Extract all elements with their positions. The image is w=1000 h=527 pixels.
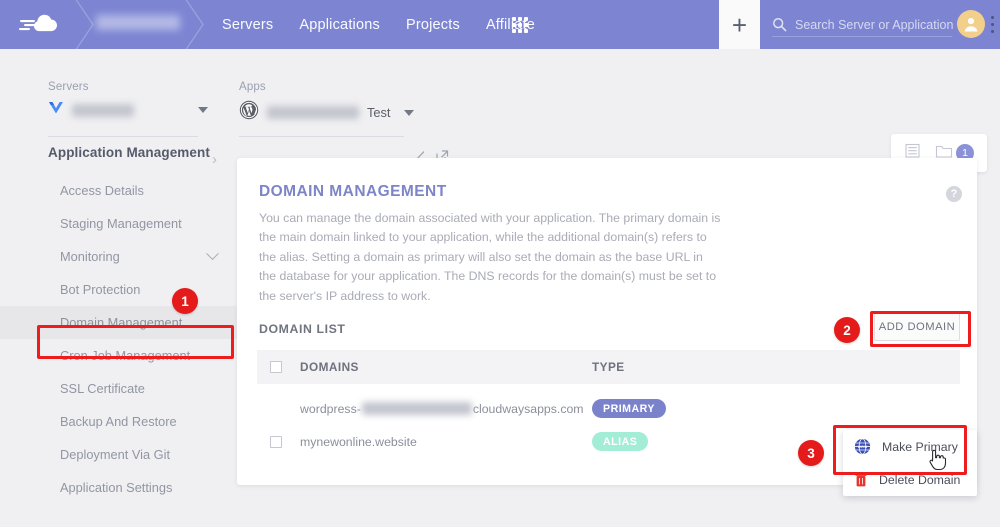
nav-link-projects[interactable]: Projects — [406, 17, 460, 33]
breadcrumb-bar: Servers › Apps Test 1 — [0, 49, 1000, 172]
chevron-down-icon[interactable] — [198, 107, 208, 113]
breadcrumb-underline — [48, 136, 198, 137]
domain-middle-blurred — [361, 402, 472, 415]
sidebar-item-cron-job-management[interactable]: Cron Job Management — [0, 339, 237, 372]
vultr-server-icon — [48, 100, 64, 120]
domain-name-cell: wordpress- cloudwaysapps.com — [300, 402, 592, 416]
user-avatar[interactable] — [957, 10, 985, 38]
search-input[interactable]: Search Server or Application — [772, 13, 954, 37]
panel-description: You can manage the domain associated wit… — [259, 211, 721, 303]
annotation-number-2: 2 — [834, 317, 860, 343]
column-header-type: TYPE — [592, 360, 625, 374]
breadcrumb-app-name-blurred — [267, 106, 359, 119]
breadcrumb-app-suffix: Test — [367, 105, 391, 120]
grid-apps-icon[interactable] — [512, 17, 528, 33]
sidebar-item-label: Backup And Restore — [60, 414, 177, 429]
nav-link-servers[interactable]: Servers — [222, 17, 273, 33]
breadcrumb-chevron-2 — [183, 0, 207, 49]
dot — [990, 30, 994, 33]
add-new-button[interactable]: + — [719, 0, 760, 49]
sidebar-title: Application Management — [48, 145, 210, 160]
dot — [990, 23, 994, 26]
domain-name-cell: mynewonline.website — [300, 434, 417, 449]
sidebar-item-label: Application Settings — [60, 480, 173, 495]
sidebar-item-label: Staging Management — [60, 216, 182, 231]
www-globe-icon: www — [854, 438, 871, 455]
breadcrumb-server-name-blurred — [72, 103, 134, 117]
domain-prefix: wordpress- — [300, 401, 361, 416]
delete-domain-menu-item[interactable]: Delete Domain — [843, 463, 977, 496]
user-avatar-icon — [964, 18, 978, 32]
sidebar-item-label: SSL Certificate — [60, 381, 145, 396]
domain-suffix: cloudwaysapps.com — [472, 401, 584, 416]
plus-icon: + — [731, 9, 748, 40]
domain-list-label: DOMAIN LIST — [259, 322, 346, 336]
cloud-logo-icon — [18, 12, 72, 38]
domain-context-menu: www Make Primary Delete Domain — [843, 430, 977, 496]
sidebar-item-deployment-via-git[interactable]: Deployment Via Git — [0, 438, 237, 471]
sidebar-item-label: Cron Job Management — [60, 348, 191, 363]
dot — [990, 16, 994, 19]
help-question-icon[interactable]: ? — [946, 186, 962, 202]
status-badge: ALIAS — [592, 432, 649, 451]
status-badge: PRIMARY — [592, 399, 666, 418]
chevron-down-icon[interactable] — [404, 109, 415, 116]
breadcrumb-apps-label: Apps — [239, 81, 266, 93]
sidebar-item-label: Domain Management — [60, 315, 183, 330]
breadcrumb-servers: Servers — [48, 81, 208, 137]
add-domain-button[interactable]: ADD DOMAIN — [874, 313, 960, 341]
chevron-down-icon — [206, 247, 219, 261]
sidebar: Application Management Access Details St… — [0, 145, 237, 504]
menu-item-label: Delete Domain — [879, 472, 961, 487]
row-select-checkbox[interactable] — [270, 435, 282, 448]
wordpress-icon — [239, 100, 259, 125]
table-row[interactable]: wordpress- cloudwaysapps.com PRIMARY — [257, 392, 960, 425]
top-header-bar: Servers Applications Projects Affiliate … — [0, 0, 1000, 49]
select-all-checkbox[interactable] — [270, 361, 282, 373]
sidebar-item-domain-management[interactable]: Domain Management — [0, 306, 237, 339]
sidebar-item-staging-management[interactable]: Staging Management — [0, 207, 237, 240]
page-title: DOMAIN MANAGEMENT — [259, 183, 447, 200]
trash-icon — [854, 471, 868, 488]
sidebar-item-access-details[interactable]: Access Details — [0, 174, 237, 207]
sidebar-item-bot-protection[interactable]: Bot Protection — [0, 273, 237, 306]
breadcrumb-apps: Apps Test — [239, 81, 415, 137]
sidebar-item-label: Monitoring — [60, 249, 120, 264]
sidebar-item-monitoring[interactable]: Monitoring — [0, 240, 237, 273]
svg-text:www: www — [858, 444, 868, 449]
header-account-name-blurred — [96, 15, 180, 30]
breadcrumb-servers-label: Servers — [48, 81, 89, 93]
main-navigation: Servers Applications Projects Affiliate — [222, 0, 535, 49]
brand-logo[interactable] — [0, 0, 90, 49]
search-placeholder: Search Server or Application — [795, 17, 954, 32]
domain-table-header: DOMAINS TYPE — [257, 350, 960, 384]
column-header-domains: DOMAINS — [300, 360, 359, 374]
breadcrumb-underline — [239, 136, 404, 137]
sidebar-item-label: Bot Protection — [60, 282, 141, 297]
sidebar-item-ssl-certificate[interactable]: SSL Certificate — [0, 372, 237, 405]
header-overflow-menu[interactable] — [990, 16, 994, 33]
cloudways-application-page: Servers Applications Projects Affiliate … — [0, 0, 1000, 527]
sidebar-item-label: Access Details — [60, 183, 144, 198]
breadcrumb-servers-selector[interactable] — [48, 100, 208, 120]
search-icon — [772, 17, 787, 32]
pointer-hand-cursor — [928, 448, 947, 471]
nav-link-applications[interactable]: Applications — [299, 17, 380, 33]
sidebar-item-label: Deployment Via Git — [60, 447, 171, 462]
make-primary-menu-item[interactable]: www Make Primary — [843, 430, 977, 463]
annotation-number-1: 1 — [172, 288, 198, 314]
breadcrumb-apps-selector[interactable]: Test — [239, 100, 415, 125]
sidebar-item-backup-and-restore[interactable]: Backup And Restore — [0, 405, 237, 438]
sidebar-item-application-settings[interactable]: Application Settings — [0, 471, 237, 504]
annotation-number-3: 3 — [798, 440, 824, 466]
